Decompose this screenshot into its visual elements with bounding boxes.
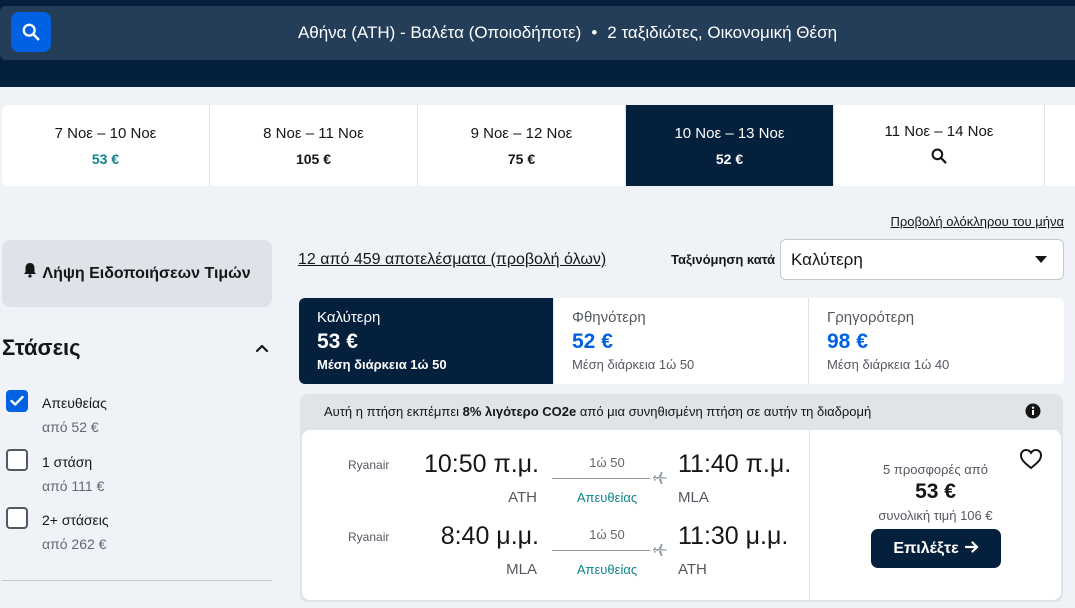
eco-message: Αυτή η πτήση εκπέμπει 8% λιγότερο CO2e α…	[324, 404, 871, 419]
separator-dot: •	[591, 23, 598, 42]
search-price-icon	[931, 148, 947, 169]
departure-airport: MLA	[506, 561, 537, 578]
date-price: 105 €	[295, 150, 332, 167]
stops-label: Απευθείας	[576, 562, 638, 577]
total-price: συνολική τιμή 106 €	[878, 508, 993, 523]
date-option-9-nov[interactable]: 9 Νοε – 12 Νοε 75 €	[418, 105, 626, 186]
price-alert-button[interactable]: Λήψη Ειδοποιήσεων Τιμών	[2, 240, 272, 307]
flight-duration: 1ώ 50	[589, 455, 625, 470]
tab-title: Γρηγορότερη	[827, 309, 915, 326]
plane-icon	[652, 542, 668, 563]
stop-from-price: από 52 €	[42, 419, 99, 435]
select-button[interactable]: Επιλέξτε	[871, 529, 1001, 568]
sort-select[interactable]: Καλύτερη	[780, 239, 1064, 280]
bell-icon	[23, 260, 37, 287]
tab-fastest[interactable]: Γρηγορότερη 98 € Μέση διάρκεια 1ώ 40	[809, 298, 1064, 384]
checkbox[interactable]	[6, 507, 28, 529]
chevron-up-icon[interactable]	[255, 340, 269, 358]
date-price: 53 €	[91, 150, 120, 167]
info-icon[interactable]	[1025, 403, 1041, 424]
eco-text: Αυτή η πτήση εκπέμπει	[324, 404, 463, 419]
arrival-time: 11:30 μ.μ.	[678, 522, 789, 550]
tab-price: 53 €	[317, 330, 358, 353]
date-price: 52 €	[715, 150, 744, 167]
departure-airport: ATH	[508, 489, 537, 506]
stops-heading: Στάσεις	[2, 335, 81, 360]
sort-value: Καλύτερη	[791, 249, 863, 269]
tab-price: 98 €	[827, 330, 868, 353]
checkbox[interactable]	[6, 449, 28, 471]
tab-best[interactable]: Καλύτερη 53 € Μέση διάρκεια 1ώ 50	[299, 298, 554, 384]
flight-duration: 1ώ 50	[589, 527, 625, 542]
date-strip: 7 Νοε – 10 Νοε 53 € 8 Νοε – 11 Νοε 105 €…	[2, 105, 1075, 186]
sort-label: Ταξινόμηση κατά	[671, 252, 776, 267]
caret-down-icon	[1035, 256, 1047, 263]
price-panel: 5 προσφορές από 53 € συνολική τιμή 106 €…	[810, 430, 1061, 600]
checkbox-checked[interactable]	[6, 390, 28, 412]
plane-icon	[652, 470, 668, 491]
tab-cheapest[interactable]: Φθηνότερη 52 € Μέση διάρκεια 1ώ 50	[554, 298, 809, 384]
date-range: 9 Νοε – 12 Νοε	[470, 124, 573, 142]
eco-highlight: 8% λιγότερο CO2e	[462, 404, 577, 419]
tab-duration: Μέση διάρκεια 1ώ 50	[572, 357, 695, 372]
departure-time: 8:40 μ.μ.	[440, 522, 539, 550]
route-line	[552, 478, 650, 479]
stop-filter-direct[interactable]: Απευθείας από 52 €	[6, 390, 107, 435]
tab-price: 52 €	[572, 330, 613, 353]
flight-leg-outbound: Ryanair 10:50 π.μ. ATH 1ώ 50 Απευθείας 1…	[302, 450, 809, 520]
date-range: 10 Νοε – 13 Νοε	[674, 124, 785, 142]
flight-price: 53 €	[915, 480, 956, 503]
stop-label: Απευθείας	[42, 395, 107, 411]
airline-name: Ryanair	[348, 458, 390, 472]
price-alert-label: Λήψη Ειδοποιήσεων Τιμών	[42, 264, 251, 282]
stop-label: 2+ στάσεις	[42, 512, 109, 528]
check-icon	[10, 395, 24, 406]
date-option-7-nov[interactable]: 7 Νοε – 10 Νοε 53 €	[2, 105, 210, 186]
flight-leg-return: Ryanair 8:40 μ.μ. MLA 1ώ 50 Απευθείας 11…	[302, 522, 809, 592]
search-summary[interactable]: Αθήνα (ATH) - Βαλέτα (Οποιοδήποτε) • 2 τ…	[0, 6, 1075, 60]
sidebar-divider	[2, 580, 272, 581]
date-range: 11 Νοε – 14 Νοε	[884, 122, 994, 140]
route-label: Αθήνα (ATH) - Βαλέτα (Οποιοδήποτε)	[297, 23, 582, 42]
tab-title: Καλύτερη	[317, 309, 381, 326]
arrival-airport: MLA	[678, 489, 709, 506]
sort-tabs: Καλύτερη 53 € Μέση διάρκεια 1ώ 50 Φθηνότ…	[299, 298, 1064, 384]
stop-filter-one-stop[interactable]: 1 στάση από 111 €	[6, 449, 104, 494]
date-range: 7 Νοε – 10 Νοε	[54, 124, 157, 142]
tab-duration: Μέση διάρκεια 1ώ 40	[827, 357, 950, 372]
arrival-airport: ATH	[678, 561, 707, 578]
stop-from-price: από 262 €	[42, 536, 107, 552]
stops-label: Απευθείας	[576, 490, 638, 505]
route-line	[552, 550, 650, 551]
stop-filter-two-plus-stops[interactable]: 2+ στάσεις από 262 €	[6, 507, 109, 552]
flight-card[interactable]: Ryanair 10:50 π.μ. ATH 1ώ 50 Απευθείας 1…	[302, 430, 1061, 600]
airline-name: Ryanair	[348, 530, 390, 544]
tab-duration: Μέση διάρκεια 1ώ 50	[317, 357, 447, 372]
select-label: Επιλέξτε	[893, 539, 959, 557]
stop-from-price: από 111 €	[42, 478, 105, 494]
date-price: 75 €	[507, 150, 536, 167]
eco-text: από μια συνηθισμένη πτήση σε αυτήν τη δι…	[576, 404, 872, 419]
date-option-10-nov-selected[interactable]: 10 Νοε – 13 Νοε 52 €	[626, 105, 834, 186]
tab-title: Φθηνότερη	[572, 309, 646, 326]
date-range: 8 Νοε – 11 Νοε	[263, 124, 364, 142]
offers-count: 5 προσφορές από	[883, 462, 988, 477]
results-count-link[interactable]: 12 από 459 αποτελέσματα (προβολή όλων)	[298, 251, 606, 269]
date-option-11-nov[interactable]: 11 Νοε – 14 Νοε	[834, 105, 1045, 186]
date-option-8-nov[interactable]: 8 Νοε – 11 Νοε 105 €	[210, 105, 418, 186]
arrow-right-icon	[964, 540, 979, 558]
stop-label: 1 στάση	[42, 454, 93, 470]
whole-month-link[interactable]: Προβολή ολόκληρου του μήνα	[890, 214, 1064, 229]
departure-time: 10:50 π.μ.	[423, 450, 539, 478]
arrival-time: 11:40 π.μ.	[678, 450, 792, 478]
travellers-label: 2 ταξιδιώτες, Οικονομική Θέση	[607, 23, 838, 42]
flight-result: Αυτή η πτήση εκπέμπει 8% λιγότερο CO2e α…	[300, 394, 1063, 602]
